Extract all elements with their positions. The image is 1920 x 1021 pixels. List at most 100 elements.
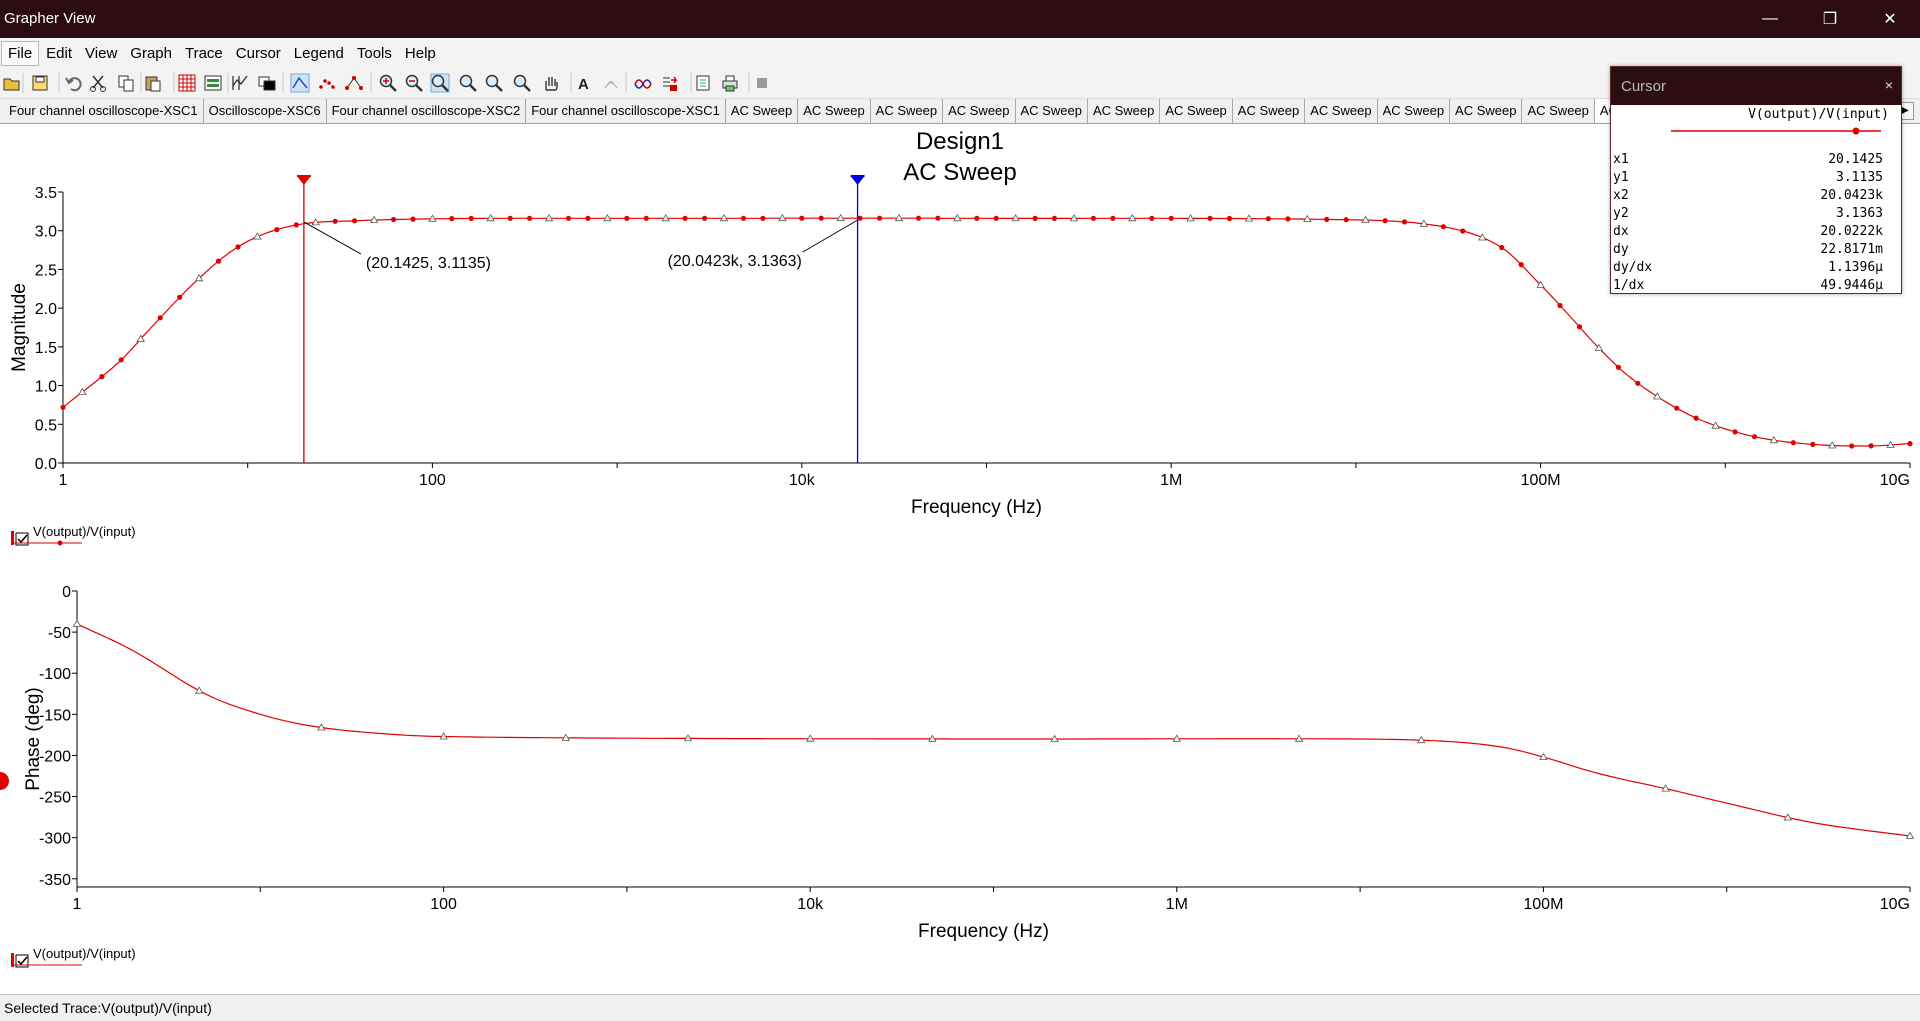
export-icon[interactable] (661, 74, 679, 92)
data-point (332, 218, 338, 224)
overlay-icon[interactable] (258, 74, 276, 92)
paste-icon[interactable] (144, 74, 162, 92)
data-point (799, 215, 805, 221)
zoom-y-icon[interactable] (485, 74, 503, 92)
tab-15[interactable]: AC Sweep (1450, 99, 1523, 123)
cursor-trace-name: V(output)/V(input) (1748, 107, 1889, 122)
tab-5[interactable]: AC Sweep (726, 99, 799, 123)
data-point (1032, 215, 1038, 221)
trace-props-icon[interactable] (634, 74, 652, 92)
trace-marker-icon (1852, 127, 1860, 135)
restore-button[interactable]: ❐ (1800, 0, 1860, 38)
save-icon[interactable] (31, 74, 49, 92)
cursor-window-close-icon[interactable]: × (1885, 77, 1893, 93)
stop-icon[interactable] (753, 74, 771, 92)
cursor-1-label: (20.1425, 3.1135) (366, 255, 491, 272)
cursor-row-dy: dy 22.8171m (1611, 241, 1893, 259)
tab-16[interactable]: AC Sweep (1522, 99, 1595, 123)
tab-4[interactable]: Four channel oscilloscope-XSC1 (526, 99, 726, 123)
marker-triangle (72, 619, 82, 627)
pan-hand-icon[interactable] (541, 74, 559, 92)
cursor-row-label: y1 (1613, 170, 1629, 185)
x-tick-label: 100M (1521, 472, 1561, 489)
tab-10[interactable]: AC Sweep (1088, 99, 1161, 123)
tab-13[interactable]: AC Sweep (1305, 99, 1378, 123)
menu-graph[interactable]: Graph (124, 42, 178, 65)
line-trace-icon[interactable] (290, 73, 310, 93)
legend-icon[interactable] (204, 74, 222, 92)
tab-14[interactable]: AC Sweep (1378, 99, 1451, 123)
properties-icon[interactable] (602, 74, 620, 92)
text-icon[interactable]: A (575, 74, 593, 93)
open-icon[interactable] (3, 74, 21, 92)
tab-9[interactable]: AC Sweep (1016, 99, 1088, 123)
y-tick-label: 0 (62, 584, 71, 601)
zoom-area-icon[interactable] (430, 73, 450, 93)
line-dots-trace-icon[interactable] (345, 74, 363, 92)
tab-1[interactable]: Four channel oscilloscope-XSC1 (4, 99, 204, 123)
cursor-trace-legend (1671, 127, 1881, 135)
cursor-row-x2: x2 20.0423k (1611, 187, 1893, 205)
menu-edit[interactable]: Edit (40, 42, 78, 65)
data-point (235, 244, 241, 250)
tab-2[interactable]: Oscilloscope-XSC6 (204, 99, 327, 123)
data-point (1110, 215, 1116, 221)
legend-bottom[interactable]: V(output)/V(input) (11, 946, 136, 968)
trace-line[interactable] (76, 623, 1911, 837)
data-point (1674, 405, 1680, 411)
zoom-out-icon[interactable] (405, 74, 423, 92)
cursor-2-handle[interactable] (850, 176, 865, 185)
zoom-full-icon[interactable] (513, 74, 531, 92)
menu-view[interactable]: View (79, 42, 123, 65)
menu-cursor[interactable]: Cursor (230, 42, 287, 65)
graph-title: Design1 (916, 128, 1004, 155)
print-icon[interactable] (721, 74, 739, 92)
show-cursors-icon[interactable] (231, 74, 249, 92)
data-point (643, 215, 649, 221)
undo-icon[interactable] (64, 74, 82, 92)
print-preview-icon[interactable] (694, 74, 712, 92)
data-point (682, 215, 688, 221)
menu-tools[interactable]: Tools (351, 42, 398, 65)
x-axis-label: Frequency (Hz) (911, 497, 1042, 518)
cursor-window-titlebar[interactable]: Cursor × (1611, 67, 1901, 105)
data-point (1149, 215, 1155, 221)
cut-icon[interactable] (89, 74, 107, 92)
tab-12[interactable]: AC Sweep (1233, 99, 1306, 123)
data-point (449, 216, 455, 222)
data-point (390, 216, 397, 223)
grid-icon[interactable] (178, 74, 196, 92)
dots-trace-icon[interactable] (318, 74, 336, 92)
data-point (468, 215, 474, 221)
tab-3[interactable]: Four channel oscilloscope-XSC2 (327, 99, 527, 123)
marker-triangle (195, 686, 204, 694)
cursor-row-label: x2 (1613, 188, 1629, 203)
x-tick-label: 10G (1880, 896, 1910, 913)
y-tick-label: -250 (39, 790, 71, 807)
menu-legend[interactable]: Legend (288, 42, 350, 65)
zoom-in-icon[interactable] (379, 74, 397, 92)
menu-help[interactable]: Help (399, 42, 442, 65)
data-point (1090, 215, 1096, 221)
cursor-row-1dx: 1/dx 49.9446μ (1611, 277, 1893, 295)
tab-11[interactable]: AC Sweep (1160, 99, 1233, 123)
close-button[interactable]: ✕ (1860, 0, 1920, 38)
copy-icon[interactable] (117, 74, 135, 92)
cursor-1-leader (303, 221, 362, 255)
zoom-x-icon[interactable] (459, 74, 477, 92)
tab-7[interactable]: AC Sweep (871, 99, 944, 123)
legend-top[interactable]: V(output)/V(input) (11, 524, 136, 546)
minimize-button[interactable]: — (1740, 0, 1800, 38)
menu-file[interactable]: File (1, 40, 40, 66)
menu-trace[interactable]: Trace (179, 42, 229, 65)
cursor-1-handle[interactable] (296, 176, 311, 185)
data-point (1051, 215, 1058, 221)
x-tick-label: 1M (1166, 896, 1188, 913)
data-point (274, 227, 280, 233)
y-axis-label: Phase (deg) (23, 687, 44, 791)
data-point (565, 215, 572, 221)
tab-6[interactable]: AC Sweep (798, 99, 871, 123)
cursor-window[interactable]: Cursor × V(output)/V(input) x1 20.1425 y1 3… (1610, 66, 1902, 294)
tab-8[interactable]: AC Sweep (943, 99, 1016, 123)
cursor-row-value: 22.8171m (1820, 242, 1883, 257)
